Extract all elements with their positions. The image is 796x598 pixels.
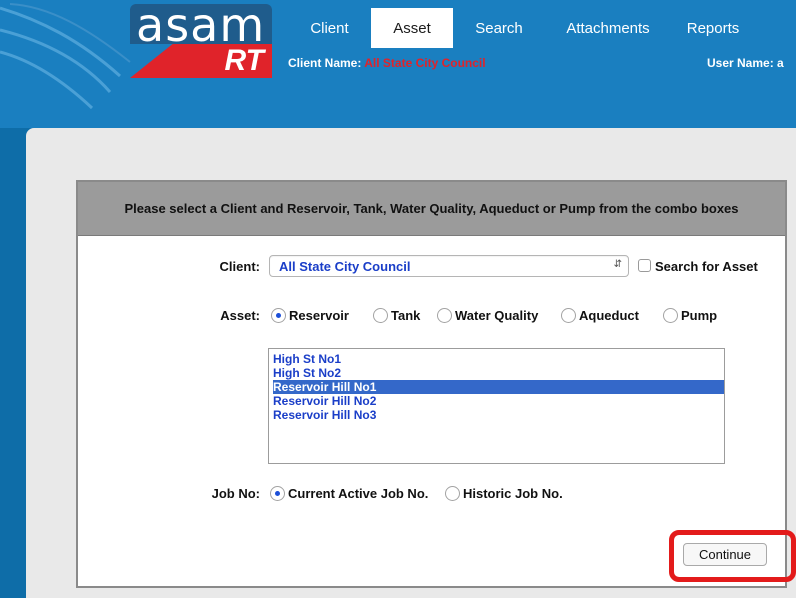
swirl-decoration-icon	[0, 3, 131, 110]
select-arrows-icon: ⇵	[613, 259, 622, 270]
asset-radio-tank[interactable]	[373, 308, 388, 323]
client-name-label: Client Name:	[288, 56, 362, 70]
list-item-selected[interactable]: Reservoir Hill No1	[273, 380, 724, 394]
job-radio-historic[interactable]	[445, 486, 460, 501]
panel-instruction: Please select a Client and Reservoir, Ta…	[78, 182, 785, 236]
client-name-value: All State City Council	[364, 56, 486, 70]
asset-option-aqueduct: Aqueduct	[579, 308, 639, 323]
list-item[interactable]: Reservoir Hill No3	[273, 408, 724, 422]
tab-attachments[interactable]: Attachments	[545, 8, 671, 48]
list-item[interactable]: Reservoir Hill No2	[273, 394, 724, 408]
list-item[interactable]: High St No1	[273, 352, 724, 366]
search-for-asset-checkbox[interactable]	[638, 259, 651, 272]
job-radio-current[interactable]	[270, 486, 285, 501]
asam-rt-logo: asam RT	[130, 0, 272, 78]
tab-search[interactable]: Search	[453, 8, 545, 48]
user-name-info: User Name: a	[707, 56, 784, 70]
tab-asset[interactable]: Asset	[371, 8, 453, 48]
tab-reports[interactable]: Reports	[671, 8, 755, 48]
asset-listbox[interactable]: High St No1 High St No2 Reservoir Hill N…	[268, 348, 725, 464]
client-name-info: Client Name: All State City Council	[288, 56, 486, 70]
asset-option-pump: Pump	[681, 308, 718, 323]
client-select[interactable]: All State City Council ⇵	[269, 255, 629, 277]
asset-radio-water-quality[interactable]	[437, 308, 452, 323]
asset-radio-pump[interactable]	[663, 308, 678, 323]
search-for-asset-label: Search for Asset	[655, 259, 758, 274]
asset-option-tank: Tank	[391, 308, 421, 323]
logo-rt: RT	[224, 44, 264, 77]
client-select-value: All State City Council	[279, 259, 411, 274]
app-header: asam RT Client Asset Search Attachments …	[0, 0, 796, 128]
asset-radio-reservoir[interactable]	[271, 308, 286, 323]
main-nav: Client Asset Search Attachments Reports	[288, 8, 755, 48]
continue-button[interactable]: Continue	[683, 543, 767, 566]
job-no-label: Job No:	[211, 486, 260, 501]
list-item[interactable]: High St No2	[273, 366, 724, 380]
client-label: Client:	[219, 259, 260, 274]
tab-client[interactable]: Client	[288, 8, 371, 48]
asset-label: Asset:	[220, 308, 260, 323]
asset-option-water-quality: Water Quality	[455, 308, 539, 323]
asset-option-reservoir: Reservoir	[289, 308, 349, 323]
job-option-current: Current Active Job No.	[288, 486, 429, 501]
job-option-historic: Historic Job No.	[463, 486, 563, 501]
asset-radio-aqueduct[interactable]	[561, 308, 576, 323]
